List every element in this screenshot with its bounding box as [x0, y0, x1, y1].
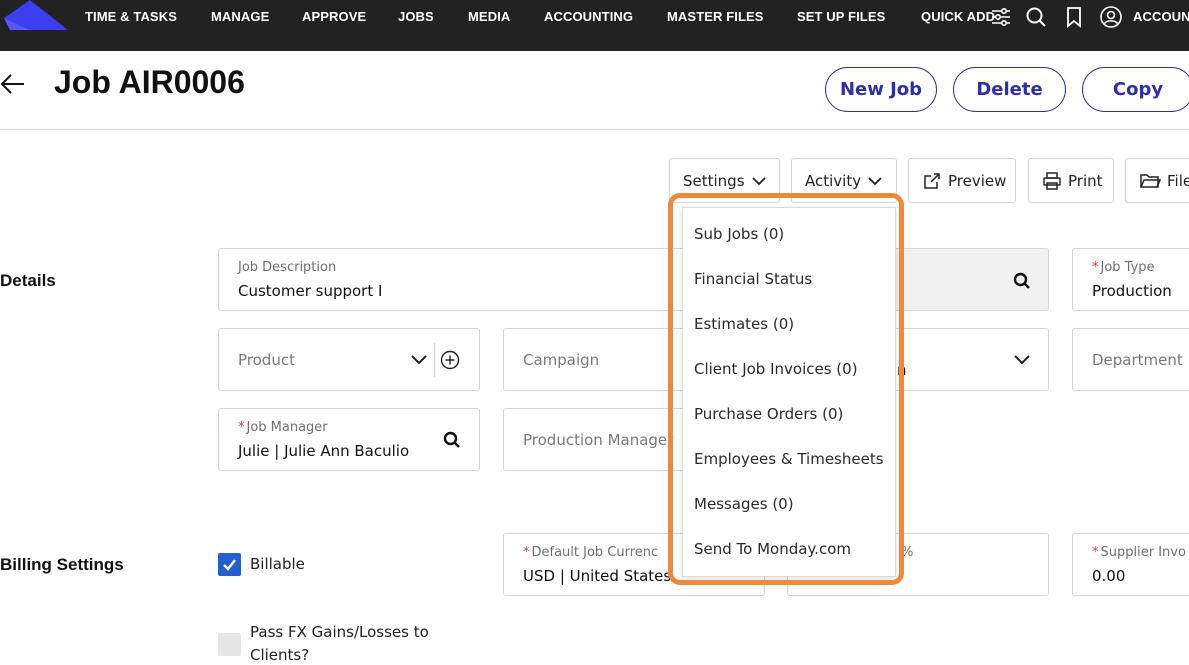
nav-item-time-tasks[interactable]: TIME & TASKS — [85, 9, 177, 24]
default-job-currency-label: * Default Job Currenc — [523, 545, 659, 560]
job-description-value: Customer support I — [238, 282, 383, 300]
field-divider — [434, 343, 435, 377]
default-job-currency-value: USD | United States — [523, 567, 672, 585]
production-manager-placeholder: Production Manager — [523, 431, 674, 449]
printer-icon — [1043, 171, 1061, 190]
search-icon[interactable] — [1012, 271, 1032, 291]
new-job-button[interactable]: New Job — [825, 67, 937, 112]
nav-item-jobs[interactable]: JOBS — [398, 9, 434, 24]
job-description-label: Job Description — [238, 260, 337, 275]
files-button[interactable]: File — [1125, 158, 1189, 203]
print-button[interactable]: Print — [1028, 158, 1114, 203]
search-icon[interactable] — [442, 430, 462, 450]
external-link-icon — [924, 172, 940, 189]
job-type-value: Production — [1092, 282, 1172, 300]
menu-item-employees-timesheets[interactable]: Employees & Timesheets — [694, 450, 884, 468]
folder-icon — [1140, 173, 1161, 188]
department-placeholder: Department — [1092, 351, 1183, 369]
job-manager-value: Julie | Julie Ann Baculio — [238, 442, 410, 460]
campaign-placeholder: Campaign — [523, 351, 600, 369]
settings-button-label: Settings — [683, 171, 745, 190]
delete-button[interactable]: Delete — [953, 67, 1066, 112]
nav-item-set-up-files[interactable]: SET UP FILES — [797, 9, 885, 24]
supplier-invoice-value: 0.00 — [1092, 567, 1126, 585]
preview-button[interactable]: Preview — [908, 158, 1016, 203]
job-manager-field[interactable]: * Job Manager Julie | Julie Ann Baculio — [218, 408, 480, 471]
activity-dropdown-button[interactable]: Activity — [791, 158, 897, 203]
menu-item-financial-status[interactable]: Financial Status — [694, 270, 812, 288]
settings-dropdown-menu: Sub Jobs (0) Financial Status Estimates … — [682, 207, 896, 577]
hidden-select-value: n — [897, 361, 907, 379]
print-button-label: Print — [1068, 171, 1103, 190]
pass-fx-label-line1: Pass FX Gains/Losses to — [250, 623, 429, 641]
menu-item-sub-jobs[interactable]: Sub Jobs (0) — [694, 225, 784, 243]
nav-item-approve[interactable]: APPROVE — [302, 9, 366, 24]
department-field[interactable]: Department — [1072, 328, 1189, 391]
nav-item-manage[interactable]: MANAGE — [211, 9, 269, 24]
files-button-label: File — [1167, 171, 1189, 190]
details-section-label: Details — [0, 271, 56, 290]
settings-dropdown-button[interactable]: Settings — [669, 158, 780, 203]
preview-button-label: Preview — [948, 171, 1007, 190]
job-type-field[interactable]: * Job Type Production — [1072, 248, 1189, 311]
menu-item-estimates[interactable]: Estimates (0) — [694, 315, 794, 333]
top-navigation-bar: TIME & TASKS MANAGE APPROVE JOBS MEDIA A… — [0, 0, 1189, 51]
page-title: Job AIR0006 — [54, 64, 245, 100]
add-circle-icon[interactable] — [440, 350, 460, 370]
pass-fx-label-line2: Clients? — [250, 646, 310, 664]
product-placeholder: Product — [238, 351, 295, 369]
client-lookup-field[interactable] — [878, 248, 1049, 311]
copy-button[interactable]: Copy — [1082, 67, 1189, 112]
menu-item-send-to-monday[interactable]: Send To Monday.com — [694, 540, 851, 558]
chevron-down-icon — [868, 176, 882, 185]
chevron-down-icon[interactable] — [1012, 349, 1032, 369]
job-type-label: * Job Type — [1092, 260, 1155, 275]
checkmark-icon — [223, 559, 236, 571]
nav-item-media[interactable]: MEDIA — [468, 9, 510, 24]
job-manager-label: * Job Manager — [238, 420, 328, 435]
menu-item-messages[interactable]: Messages (0) — [694, 495, 794, 513]
billable-checkbox[interactable] — [218, 553, 241, 576]
product-select[interactable]: Product — [218, 328, 480, 391]
header-divider — [0, 129, 1189, 130]
activity-button-label: Activity — [805, 171, 862, 190]
account-menu-label[interactable]: ACCOUN — [1133, 9, 1189, 24]
campaign-field[interactable]: Campaign — [503, 328, 703, 391]
billing-settings-section-label: Billing Settings — [0, 555, 124, 574]
bookmark-icon[interactable] — [1062, 5, 1086, 29]
sliders-icon[interactable] — [989, 5, 1013, 29]
company-logo[interactable] — [0, 0, 72, 40]
menu-item-purchase-orders[interactable]: Purchase Orders (0) — [694, 405, 843, 423]
nav-item-accounting[interactable]: ACCOUNTING — [544, 9, 633, 24]
supplier-invoice-label: * Supplier Invo — [1092, 545, 1186, 560]
account-icon[interactable] — [1099, 5, 1123, 29]
nav-item-master-files[interactable]: MASTER FILES — [667, 9, 764, 24]
pass-fx-checkbox[interactable] — [218, 633, 241, 656]
chevron-down-icon[interactable] — [409, 349, 429, 369]
chevron-down-icon — [751, 176, 766, 185]
back-arrow-icon[interactable] — [0, 72, 26, 96]
search-icon[interactable] — [1024, 5, 1048, 29]
nav-item-quick-add[interactable]: QUICK ADD — [921, 9, 995, 24]
job-description-field[interactable]: Job Description Customer support I — [218, 248, 688, 311]
supplier-invoice-field[interactable]: * Supplier Invo 0.00 — [1072, 533, 1189, 596]
partially-hidden-select[interactable]: n — [878, 328, 1049, 391]
menu-item-client-job-invoices[interactable]: Client Job Invoices (0) — [694, 360, 858, 378]
percent-label: % — [901, 545, 914, 560]
billable-label: Billable — [250, 555, 305, 573]
production-manager-field[interactable]: Production Manager — [503, 408, 703, 471]
